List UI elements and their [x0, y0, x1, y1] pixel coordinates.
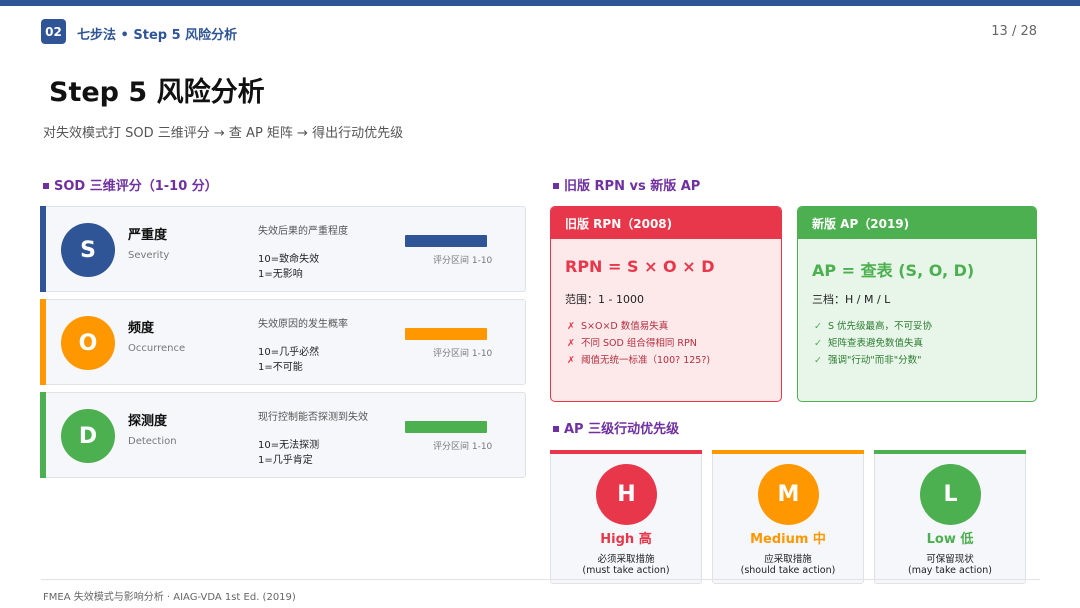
cross-icon: ✗: [567, 321, 575, 332]
ap-header: 新版 AP（2019): [798, 207, 1036, 239]
card-description: 现行控制能否探测到失效: [258, 412, 368, 423]
card-description: 失效后果的严重程度: [258, 226, 348, 237]
card-scale-max: 10=几乎必然: [258, 347, 320, 358]
card-color-bar: [405, 235, 487, 247]
level-desc: 必须采取措施: [597, 554, 655, 565]
card-accent-stripe: [40, 206, 46, 292]
level-top-line: [712, 450, 864, 454]
detection-letter-circle: D: [61, 409, 115, 463]
rpn-formula: RPN = S × O × D: [565, 257, 715, 276]
level-desc: 应采取措施: [764, 554, 812, 565]
card-scale-min: 1=无影响: [258, 269, 303, 280]
rpn-range: 范围：1 - 1000: [565, 293, 644, 306]
sod-heading: SOD 三维评分（1-10 分）: [43, 175, 218, 194]
occurrence-letter-circle: O: [61, 316, 115, 370]
list-item: ✓ 强调"行动"而非"分数": [814, 352, 932, 369]
compare-heading-text: 旧版 RPN vs 新版 AP: [564, 179, 701, 194]
check-icon: ✓: [814, 355, 822, 366]
top-accent-bar: [0, 0, 1080, 6]
ap-formula: AP = 查表 (S, O, D): [812, 261, 975, 280]
ap-level-medium: M Medium 中 应采取措施 (should take action): [712, 450, 864, 584]
high-letter-circle: H: [596, 464, 657, 525]
level-desc-en: (must take action): [582, 565, 670, 576]
card-range: 评分区间 1-10: [433, 349, 493, 359]
square-bullet-icon: [43, 182, 49, 189]
card-scale-max: 10=致命失效: [258, 254, 320, 265]
rpn-points: ✗ S×O×D 数值易失真 ✗ 不同 SOD 组合得相同 RPN ✗ 阈值无统一标准（…: [567, 318, 710, 369]
level-name: High 高: [600, 532, 652, 547]
card-scale-min: 1=不可能: [258, 362, 303, 373]
card-name: 探测度: [128, 414, 168, 429]
section-badge: 02: [41, 19, 66, 44]
cross-icon: ✗: [567, 355, 575, 366]
compare-heading: 旧版 RPN vs 新版 AP: [553, 175, 700, 194]
card-accent-stripe: [40, 299, 46, 385]
level-desc-en: (should take action): [740, 565, 836, 576]
sod-card-severity: S 严重度 Severity 失效后果的严重程度 10=致命失效 1=无影响 评…: [40, 206, 526, 292]
level-top-line: [874, 450, 1026, 454]
ap-range: 三档：H / M / L: [812, 293, 891, 306]
check-icon: ✓: [814, 321, 822, 332]
page-title: Step 5 风险分析: [49, 77, 265, 108]
list-item: ✗ S×O×D 数值易失真: [567, 318, 710, 335]
footer-divider: [41, 579, 1040, 580]
card-description: 失效原因的发生概率: [258, 319, 348, 330]
card-range: 评分区间 1-10: [433, 256, 493, 266]
card-range: 评分区间 1-10: [433, 442, 493, 452]
ap-points: ✓ S 优先级最高，不可妥协 ✓ 矩阵查表避免数值失真 ✓ 强调"行动"而非"分数": [814, 318, 932, 369]
sod-card-occurrence: O 频度 Occurrence 失效原因的发生概率 10=几乎必然 1=不可能 …: [40, 299, 526, 385]
level-name: Medium 中: [750, 532, 826, 547]
ap-box: 新版 AP（2019) AP = 查表 (S, O, D) 三档：H / M /…: [797, 206, 1037, 402]
card-scale-max: 10=无法探测: [258, 440, 320, 451]
ap-level-high: H High 高 必须采取措施 (must take action): [550, 450, 702, 584]
square-bullet-icon: [553, 425, 559, 432]
rpn-box: 旧版 RPN（2008) RPN = S × O × D 范围：1 - 1000…: [550, 206, 782, 402]
level-name: Low 低: [926, 532, 974, 547]
card-color-bar: [405, 328, 487, 340]
ap-level-low: L Low 低 可保留现状 (may take action): [874, 450, 1026, 584]
low-letter-circle: L: [920, 464, 981, 525]
medium-letter-circle: M: [758, 464, 819, 525]
ap-levels-heading: AP 三级行动优先级: [553, 418, 679, 437]
rpn-header: 旧版 RPN（2008): [551, 207, 781, 239]
check-icon: ✓: [814, 338, 822, 349]
card-accent-stripe: [40, 392, 46, 478]
level-top-line: [550, 450, 702, 454]
list-item: ✓ 矩阵查表避免数值失真: [814, 335, 932, 352]
sod-heading-text: SOD 三维评分（1-10 分）: [54, 179, 218, 194]
card-color-bar: [405, 421, 487, 433]
list-item: ✓ S 优先级最高，不可妥协: [814, 318, 932, 335]
section-title: 七步法 • Step 5 风险分析: [77, 28, 238, 43]
card-scale-min: 1=几乎肯定: [258, 455, 313, 466]
page-number: 13 / 28: [991, 24, 1037, 39]
ap-levels-heading-text: AP 三级行动优先级: [564, 422, 680, 437]
level-desc: 可保留现状: [926, 554, 974, 565]
page-subtitle: 对失效模式打 SOD 三维评分 → 查 AP 矩阵 → 得出行动优先级: [43, 126, 404, 141]
card-english-name: Detection: [128, 436, 177, 447]
card-name: 频度: [128, 321, 155, 336]
square-bullet-icon: [553, 182, 559, 189]
sod-card-detection: D 探测度 Detection 现行控制能否探测到失效 10=无法探测 1=几乎…: [40, 392, 526, 478]
level-desc-en: (may take action): [908, 565, 992, 576]
severity-letter-circle: S: [61, 223, 115, 277]
card-english-name: Severity: [128, 250, 170, 261]
cross-icon: ✗: [567, 338, 575, 349]
list-item: ✗ 不同 SOD 组合得相同 RPN: [567, 335, 710, 352]
list-item: ✗ 阈值无统一标准（100? 125?): [567, 352, 710, 369]
card-english-name: Occurrence: [128, 343, 186, 354]
footer-note: FMEA 失效模式与影响分析 · AIAG-VDA 1st Ed. (2019): [43, 592, 296, 603]
card-name: 严重度: [128, 228, 168, 243]
